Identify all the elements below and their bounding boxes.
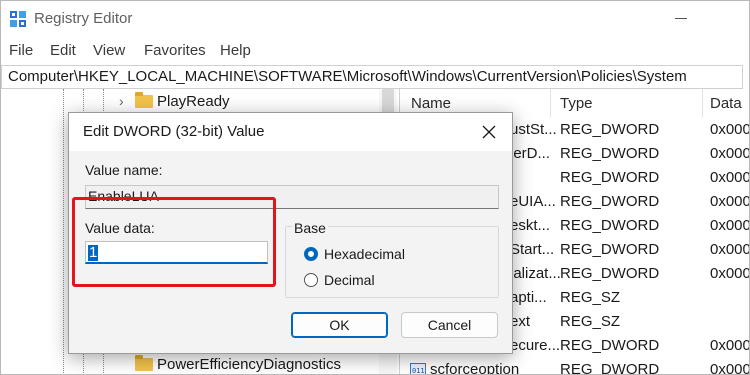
menu-view[interactable]: View (93, 42, 125, 59)
menu-bar: File Edit View Favorites Help (1, 39, 749, 63)
column-divider[interactable] (702, 89, 703, 117)
value-type: REG_DWORD (560, 193, 660, 210)
tree-item[interactable]: › PlayReady (119, 92, 369, 114)
column-divider[interactable] (550, 89, 551, 117)
value-data: 0x000 (710, 217, 750, 234)
value-data: 0x000 (710, 265, 750, 282)
value-data: 0x000 (710, 337, 750, 354)
menu-edit[interactable]: Edit (50, 42, 76, 59)
value-type: REG_DWORD (560, 217, 660, 234)
value-type: REG_DWORD (560, 145, 660, 162)
value-data: 0x000 (710, 121, 750, 138)
radio-hexadecimal-label: Hexadecimal (324, 246, 405, 262)
tree-item-label: PlayReady (157, 93, 230, 110)
value-type: REG_SZ (560, 289, 621, 306)
address-path: Computer\HKEY_LOCAL_MACHINE\SOFTWARE\Mic… (8, 68, 687, 85)
value-name-label: Value name: (85, 162, 163, 178)
registry-icon (10, 11, 26, 27)
value-data: 0x000 (710, 193, 750, 210)
window-title: Registry Editor (34, 10, 133, 27)
radio-unselected-icon[interactable] (304, 273, 318, 287)
value-type: REG_DWORD (560, 265, 660, 282)
value-type: REG_DWORD (560, 361, 660, 375)
value-name: ext (510, 313, 531, 330)
value-data: 0x000 (710, 145, 750, 162)
column-type[interactable]: Type (560, 95, 593, 112)
dialog-title: Edit DWORD (32-bit) Value (83, 123, 265, 140)
column-name[interactable]: Name (411, 95, 451, 112)
svg-text:011: 011 (412, 367, 425, 375)
base-label: Base (292, 220, 328, 236)
column-data[interactable]: Data (710, 95, 742, 112)
tree-item-label: PowerEfficiencyDiagnostics (157, 356, 341, 373)
value-type: REG_DWORD (560, 337, 660, 354)
ok-button[interactable]: OK (291, 312, 388, 338)
value-data: 0x000 (710, 361, 750, 375)
cancel-button[interactable]: Cancel (401, 312, 498, 338)
value-name: ializat... (510, 265, 561, 282)
highlight-annotation-box (72, 197, 276, 287)
value-type: REG_DWORD (560, 241, 660, 258)
value-name: apti... (510, 289, 547, 306)
dialog-title-bar: Edit DWORD (32-bit) Value (69, 113, 512, 151)
value-data: 0x000 (710, 241, 750, 258)
value-name: lerD... (510, 145, 551, 162)
value-type: REG_DWORD (560, 169, 660, 186)
menu-help[interactable]: Help (220, 42, 251, 59)
tree-guide-line (63, 89, 64, 374)
value-name: Start... (510, 241, 555, 258)
base-group: Base Hexadecimal Decimal (285, 220, 499, 298)
registry-editor-window: Registry Editor File Edit View Favorites… (0, 0, 750, 375)
dword-value-icon: 011 (410, 363, 426, 375)
value-name: eskt... (510, 217, 551, 234)
minimize-button[interactable] (675, 18, 687, 19)
list-row[interactable]: 011 scforceoption REG_DWORD 0x000 (402, 358, 750, 375)
value-data: 0x000 (710, 169, 750, 186)
menu-file[interactable]: File (9, 42, 33, 59)
tree-item[interactable]: PowerEfficiencyDiagnostics (119, 355, 379, 374)
folder-icon (135, 92, 153, 108)
value-type: REG_DWORD (560, 121, 660, 138)
address-bar[interactable]: Computer\HKEY_LOCAL_MACHINE\SOFTWARE\Mic… (1, 65, 743, 89)
value-type: REG_SZ (560, 313, 621, 330)
value-name: eUIA... (510, 193, 556, 210)
radio-selected-icon[interactable] (304, 247, 318, 261)
value-name: ustSt... (510, 121, 557, 138)
value-name: scforceoption (430, 361, 520, 375)
chevron-right-icon[interactable]: › (119, 93, 124, 109)
close-icon[interactable] (477, 120, 501, 144)
radio-decimal-label: Decimal (324, 272, 375, 288)
value-name: ecure... (510, 337, 561, 354)
title-bar: Registry Editor (1, 1, 749, 37)
menu-favorites[interactable]: Favorites (144, 42, 206, 59)
folder-icon (135, 355, 153, 371)
